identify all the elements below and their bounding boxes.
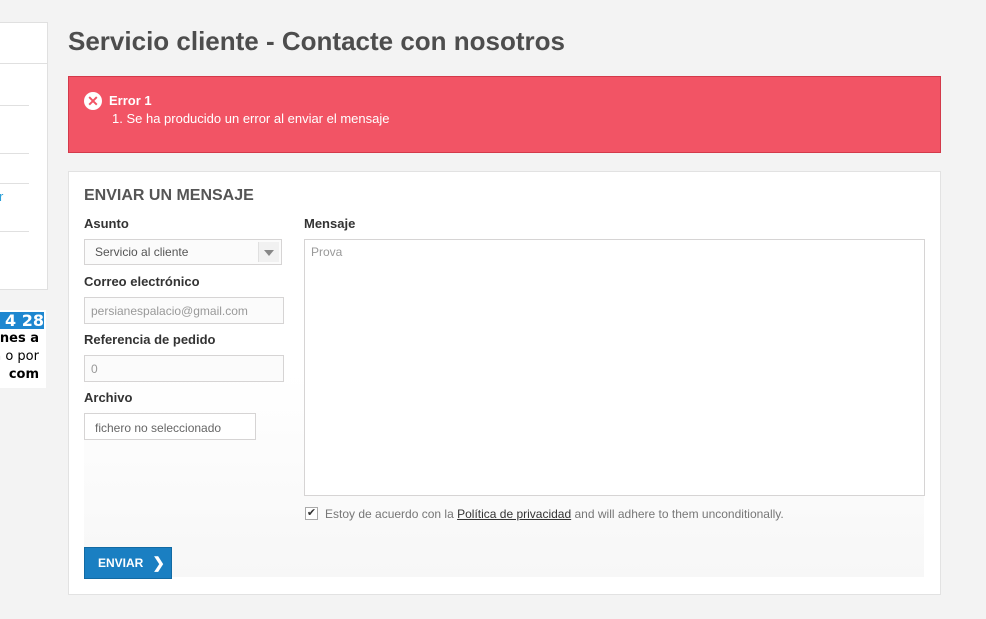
subject-label: Asunto xyxy=(84,216,129,231)
sidebar-contact-banner: 4 28 nes a a o por com xyxy=(0,310,46,388)
sidebar-banner-line: a o por xyxy=(0,349,39,364)
order-reference-field[interactable]: 0 xyxy=(84,355,284,382)
email-label: Correo electrónico xyxy=(84,274,200,289)
alert-message: 1. Se ha producido un error al enviar el… xyxy=(112,111,390,126)
contact-form-panel: ENVIAR UN MENSAJE Asunto Servicio al cli… xyxy=(68,171,941,595)
file-upload-field[interactable]: fichero no seleccionado xyxy=(84,413,256,440)
close-circle-icon: ✕ xyxy=(84,92,102,110)
consent-checkbox[interactable]: ✔ xyxy=(305,507,318,520)
subject-select[interactable]: Servicio al cliente xyxy=(84,239,282,265)
order-reference-label: Referencia de pedido xyxy=(84,332,216,347)
error-alert: ✕ Error 1 1. Se ha producido un error al… xyxy=(68,76,941,153)
consent-suffix: and will adhere to them unconditionally. xyxy=(571,507,784,521)
sidebar-divider xyxy=(0,183,29,184)
chevron-right-icon: ❯ xyxy=(152,555,165,572)
chevron-down-icon[interactable] xyxy=(258,242,279,262)
message-label: Mensaje xyxy=(304,216,356,231)
consent-prefix: Estoy de acuerdo con la xyxy=(325,507,458,521)
file-label: Archivo xyxy=(84,390,133,405)
send-button-label: ENVIAR xyxy=(98,556,144,570)
sidebar-divider xyxy=(0,231,29,232)
form-heading: ENVIAR UN MENSAJE xyxy=(84,187,254,204)
page-title: Servicio cliente - Contacte con nosotros xyxy=(68,26,565,56)
sidebar-divider xyxy=(0,105,29,106)
sidebar-link[interactable]: r xyxy=(0,189,3,204)
sidebar-panel: r xyxy=(0,22,48,290)
consent-text: Estoy de acuerdo con la Política de priv… xyxy=(325,507,784,521)
subject-select-value: Servicio al cliente xyxy=(95,245,189,259)
privacy-policy-link[interactable]: Política de privacidad xyxy=(457,507,571,521)
sidebar-banner-line: com xyxy=(8,367,39,382)
sidebar-phone: 4 28 xyxy=(0,312,44,329)
sidebar-divider xyxy=(0,63,47,64)
email-field[interactable]: persianespalacio@gmail.com xyxy=(84,297,284,324)
sidebar-divider xyxy=(0,153,29,154)
send-button[interactable]: ENVIAR ❯ xyxy=(84,547,172,579)
alert-title: Error 1 xyxy=(109,93,152,108)
sidebar-banner-line: nes a xyxy=(0,331,39,346)
message-textarea[interactable]: Prova xyxy=(304,239,925,496)
